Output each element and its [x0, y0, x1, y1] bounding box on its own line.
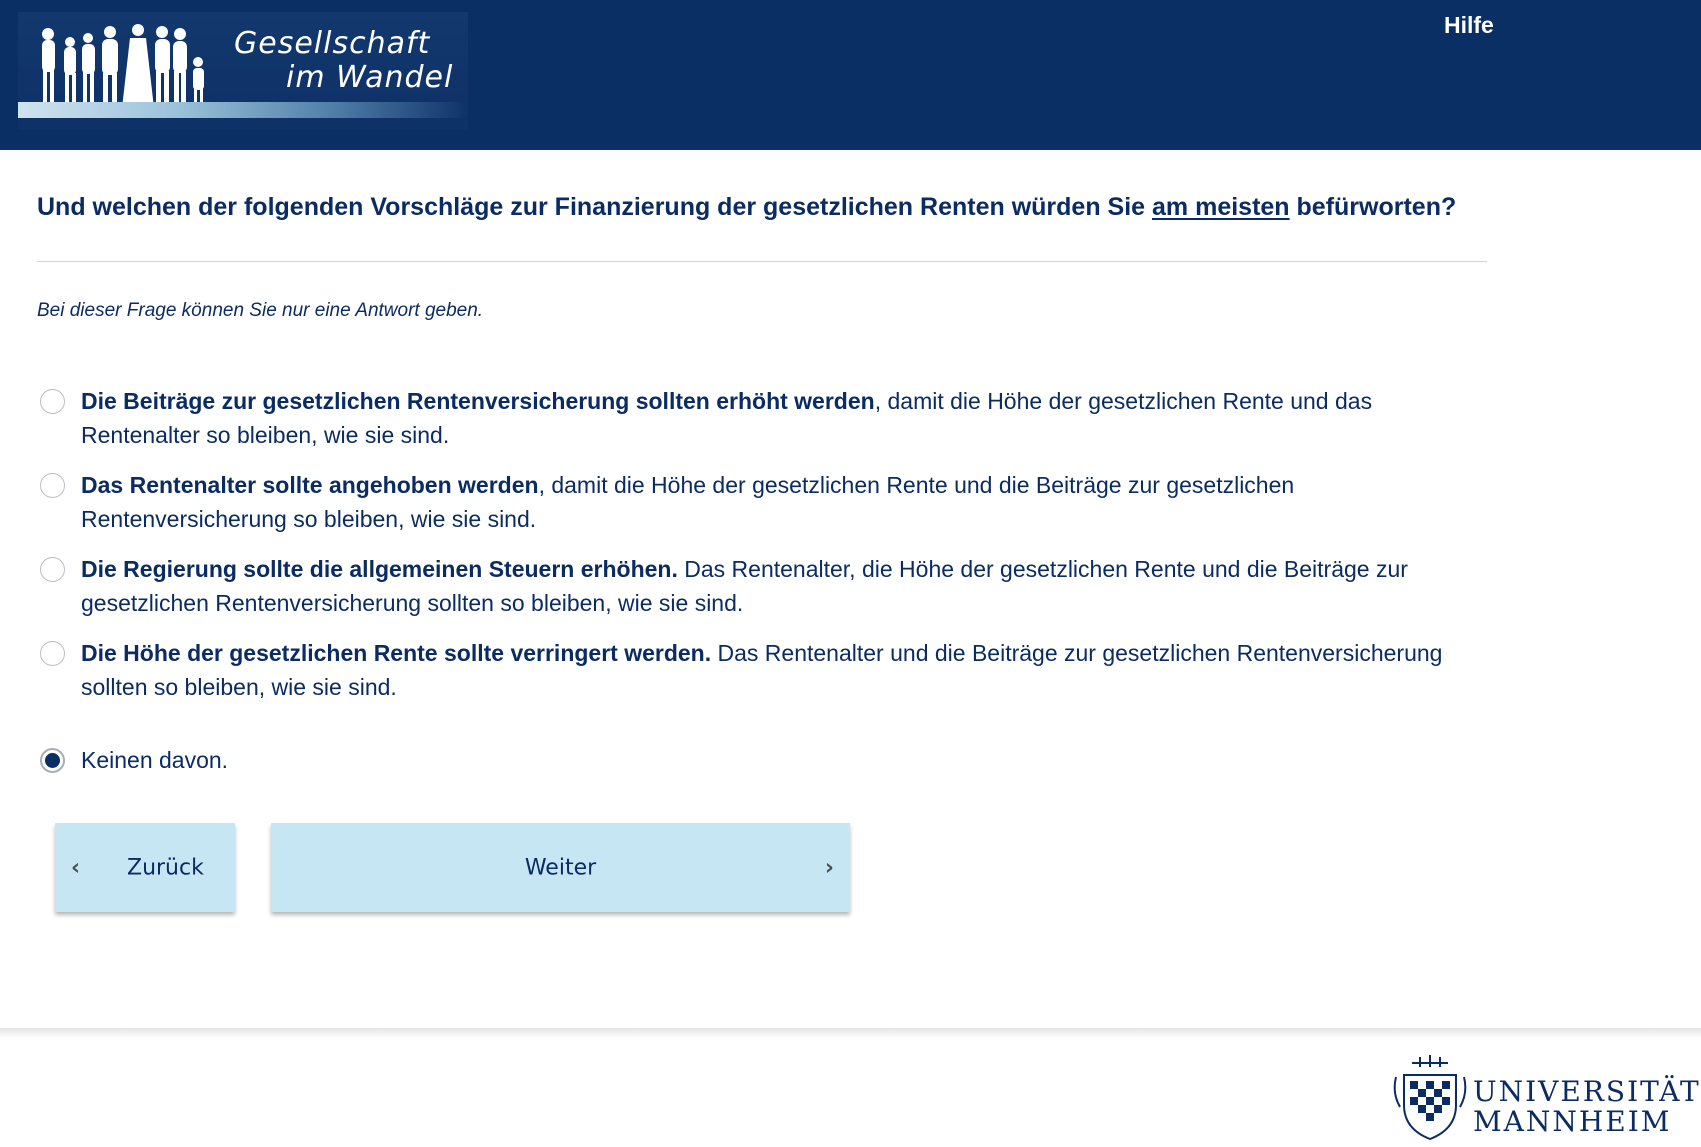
- option-label-bold: Das Rentenalter sollte angehoben werden: [81, 472, 539, 498]
- question-text: Und welchen der folgenden Vorschläge zur…: [37, 190, 1487, 224]
- next-button[interactable]: Weiter ›: [271, 823, 850, 912]
- back-button[interactable]: ‹ Zurück: [55, 823, 235, 912]
- option-label-bold: Die Regierung sollte die allgemeinen Ste…: [81, 556, 678, 582]
- option-label: Die Regierung sollte die allgemeinen Ste…: [81, 552, 1460, 620]
- answer-option-1[interactable]: Die Beiträge zur gesetzlichen Rentenvers…: [40, 384, 1460, 452]
- university-name-line1: UNIVERSITÄT: [1473, 1075, 1701, 1108]
- instruction-text: Bei dieser Frage können Sie nur eine Ant…: [37, 300, 484, 321]
- question-text-start: Und welchen der folgenden Vorschläge zur…: [37, 193, 1153, 221]
- question-emphasis: am meisten: [1152, 193, 1290, 221]
- option-label-rest: Keinen davon.: [81, 747, 229, 773]
- logo-swoosh: [18, 102, 468, 118]
- answer-option-2[interactable]: Das Rentenalter sollte angehoben werden,…: [40, 468, 1460, 536]
- chevron-right-icon: ›: [824, 855, 834, 880]
- radio-button[interactable]: [40, 473, 65, 498]
- logo-text-line1: Gesellschaft: [234, 26, 431, 61]
- help-link[interactable]: Hilfe: [1444, 12, 1494, 39]
- radio-button[interactable]: [40, 389, 65, 414]
- option-label: Die Höhe der gesetzlichen Rente sollte v…: [81, 636, 1460, 704]
- option-label-bold: Die Höhe der gesetzlichen Rente sollte v…: [81, 640, 712, 666]
- university-crest-icon: [1393, 1055, 1467, 1141]
- answer-option-3[interactable]: Die Regierung sollte die allgemeinen Ste…: [40, 552, 1460, 620]
- next-button-label: Weiter: [524, 855, 597, 880]
- gesellschaft-im-wandel-logo: Gesellschaft im Wandel: [18, 12, 468, 130]
- radio-button-selected[interactable]: [40, 748, 65, 773]
- answer-option-none[interactable]: Keinen davon.: [40, 743, 1460, 777]
- question-text-end: befürworten?: [1289, 193, 1457, 221]
- option-label-bold: Die Beiträge zur gesetzlichen Rentenvers…: [81, 388, 875, 414]
- radio-button[interactable]: [40, 557, 65, 582]
- site-header: Gesellschaft im Wandel Hilfe: [0, 0, 1701, 150]
- logo-text-line2: im Wandel: [286, 60, 454, 95]
- answer-option-4[interactable]: Die Höhe der gesetzlichen Rente sollte v…: [40, 636, 1460, 704]
- option-label: Das Rentenalter sollte angehoben werden,…: [81, 468, 1460, 536]
- footer-divider: [0, 1028, 1701, 1038]
- university-name-line2: MANNHEIM: [1473, 1105, 1672, 1138]
- radio-button[interactable]: [40, 641, 65, 666]
- option-label: Keinen davon.: [81, 743, 228, 777]
- back-button-label: Zurück: [127, 855, 204, 880]
- universitaet-mannheim-logo: UNIVERSITÄT MANNHEIM: [1390, 1055, 1699, 1145]
- divider: [37, 261, 1487, 262]
- chevron-left-icon: ‹: [71, 855, 81, 880]
- option-label: Die Beiträge zur gesetzlichen Rentenvers…: [81, 384, 1460, 452]
